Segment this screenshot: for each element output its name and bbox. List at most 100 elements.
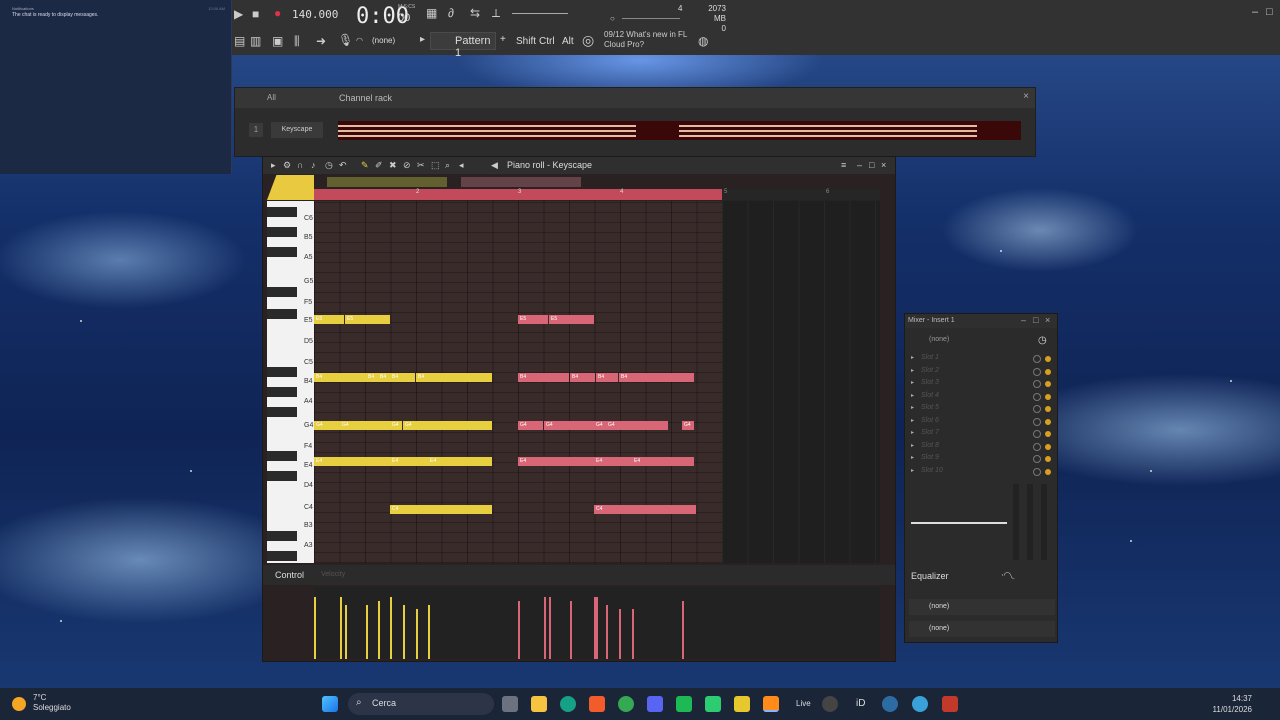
note-b4[interactable]: B4 [416,373,492,382]
pattern-selector[interactable]: Pattern 1 [430,32,496,59]
protools-icon[interactable] [822,696,838,712]
mixer-slot[interactable]: Slot 5 [921,404,939,411]
velocity-stem[interactable] [345,605,347,659]
steam-icon[interactable] [882,696,898,712]
note-e5[interactable]: E5 [518,315,548,324]
mixer-slot[interactable]: Slot 4 [921,392,939,399]
mixer-slot[interactable]: Slot 6 [921,417,939,424]
slice-icon[interactable]: ✂ [417,160,425,171]
slot-enable-led[interactable] [1045,393,1051,400]
timeline-empty[interactable]: 5 6 [722,189,880,200]
note-color-corner[interactable] [267,175,314,200]
slot-mix-knob[interactable] [1033,380,1041,388]
slot-mix-knob[interactable] [1033,442,1041,451]
slot-enable-led[interactable] [1045,356,1051,362]
note-g4[interactable]: G4 [606,421,668,430]
clock-icon[interactable]: ◷ [325,160,333,171]
note-c4[interactable]: C4 [594,505,696,514]
mixer-slot[interactable]: Slot 9 [921,454,939,461]
velocity-stem[interactable] [518,601,520,659]
note-b4[interactable]: B4 [390,373,415,382]
microphone-icon[interactable]: 🎙 [338,33,353,47]
pattern-arrow-icon[interactable]: ▸ [420,34,425,45]
note-e4[interactable]: E4 [594,457,632,466]
note-c4[interactable]: C4 [390,505,492,514]
tool-icon[interactable] [734,696,750,712]
velocity-stem[interactable] [549,597,551,659]
mixer-slot[interactable]: Slot 3 [921,379,939,386]
note-g4[interactable]: G4 [340,421,390,430]
mute-icon[interactable]: ⊘ [403,160,411,171]
note-e4[interactable]: E4 [632,457,694,466]
velocity-stem[interactable] [606,605,608,659]
note-e5[interactable]: E5 [314,315,344,324]
note-b4[interactable]: B4 [314,373,366,382]
note-b4[interactable]: B4 [518,373,569,382]
mixer-slot[interactable]: Slot 10 [921,467,943,474]
slot-enable-led[interactable] [1045,381,1051,387]
slot-arrow-icon[interactable]: ▸ [911,417,914,424]
note-e4[interactable]: E4 [390,457,428,466]
news-icon[interactable]: ◎ [582,32,594,49]
loop-icon[interactable]: ⇆ [470,6,480,20]
velocity-stem[interactable] [403,605,405,659]
velocity-stem[interactable] [428,605,430,659]
velocity-stem[interactable] [314,597,316,659]
slot-arrow-icon[interactable]: ▸ [911,404,914,411]
mixer-close-icon[interactable]: × [1045,315,1050,325]
velocity-label[interactable]: Velocity [321,571,345,578]
minimize-icon[interactable]: – [1252,6,1258,18]
speaker-icon[interactable]: ◀ [491,160,498,171]
velocity-stem[interactable] [682,601,684,659]
start-icon[interactable] [322,696,338,712]
channel-filter[interactable]: All [267,93,276,102]
fader-icon[interactable]: ⫼ [294,34,300,49]
slot-mix-knob[interactable] [1033,455,1041,463]
note-b4[interactable]: B4 [596,373,618,382]
globe-icon[interactable]: ◍ [698,34,708,48]
mixer-output-2[interactable]: (none) [909,621,1055,637]
note-g4[interactable]: G4 [314,421,340,430]
slot-arrow-icon[interactable]: ▸ [911,429,914,436]
stop-icon[interactable]: ■ [252,7,259,21]
note-grid[interactable]: E5 E5 E5 E5 B4 B4 B4 B4 B4 B4 B4 B4 B4 G4 G4 G4 G4 G4 G4 G4… [314,201,722,563]
play-icon[interactable]: ▶ [234,7,243,21]
metronome-icon[interactable]: ⟂ [492,6,500,21]
slot-arrow-icon[interactable]: ▸ [911,392,914,399]
velocity-stem[interactable] [416,609,418,659]
chrome-icon[interactable] [618,696,634,712]
undo-icon[interactable]: ↶ [339,160,347,171]
ableton-live-icon[interactable]: Live [796,699,811,708]
note-e4[interactable]: E4 [518,457,594,466]
note-b4[interactable]: B4 [619,373,694,382]
mixer-output-1[interactable]: (none) [909,599,1055,615]
note-b4[interactable]: B4 [366,373,378,382]
excel-icon[interactable] [705,696,721,712]
channel-pattern-preview[interactable] [338,121,1021,140]
slot-enable-led[interactable] [1045,431,1051,437]
eq-knobs-icon[interactable]: ⋅◜◝◟ [1001,570,1014,581]
note-g4[interactable]: G4 [403,421,492,430]
mixer-app-icon[interactable] [942,696,958,712]
taskview-icon[interactable] [502,696,518,712]
ctrl-button[interactable]: Ctrl [539,36,555,47]
slot-enable-led[interactable] [1045,418,1051,425]
weather-widget[interactable]: 7°C Soleggiato [33,693,71,713]
master-volume-slider[interactable] [512,13,568,14]
mixer-fader-2[interactable] [1027,484,1033,560]
note-e4[interactable]: E4 [428,457,492,466]
slot-arrow-icon[interactable]: ▸ [911,454,914,461]
edge-icon[interactable] [560,696,576,712]
mixer-fader-1[interactable] [1013,484,1019,560]
slot-enable-led[interactable] [1045,406,1051,412]
select-icon[interactable]: ⬚ [431,160,440,171]
mixer-icon[interactable]: ▤ [234,34,245,48]
fl-studio-icon[interactable] [763,696,779,712]
mixer-slot[interactable]: Slot 7 [921,429,939,436]
wrench-icon[interactable]: ⚙ [283,160,291,171]
pr-maximize-icon[interactable]: □ [869,160,874,170]
mixer-minimize-icon[interactable]: – [1021,315,1026,325]
slot-arrow-icon[interactable]: ▸ [911,442,914,449]
news-panel[interactable]: 09/12 What's new in FL Cloud Pro? [604,30,687,50]
playlist-icon[interactable]: ▣ [272,34,283,48]
